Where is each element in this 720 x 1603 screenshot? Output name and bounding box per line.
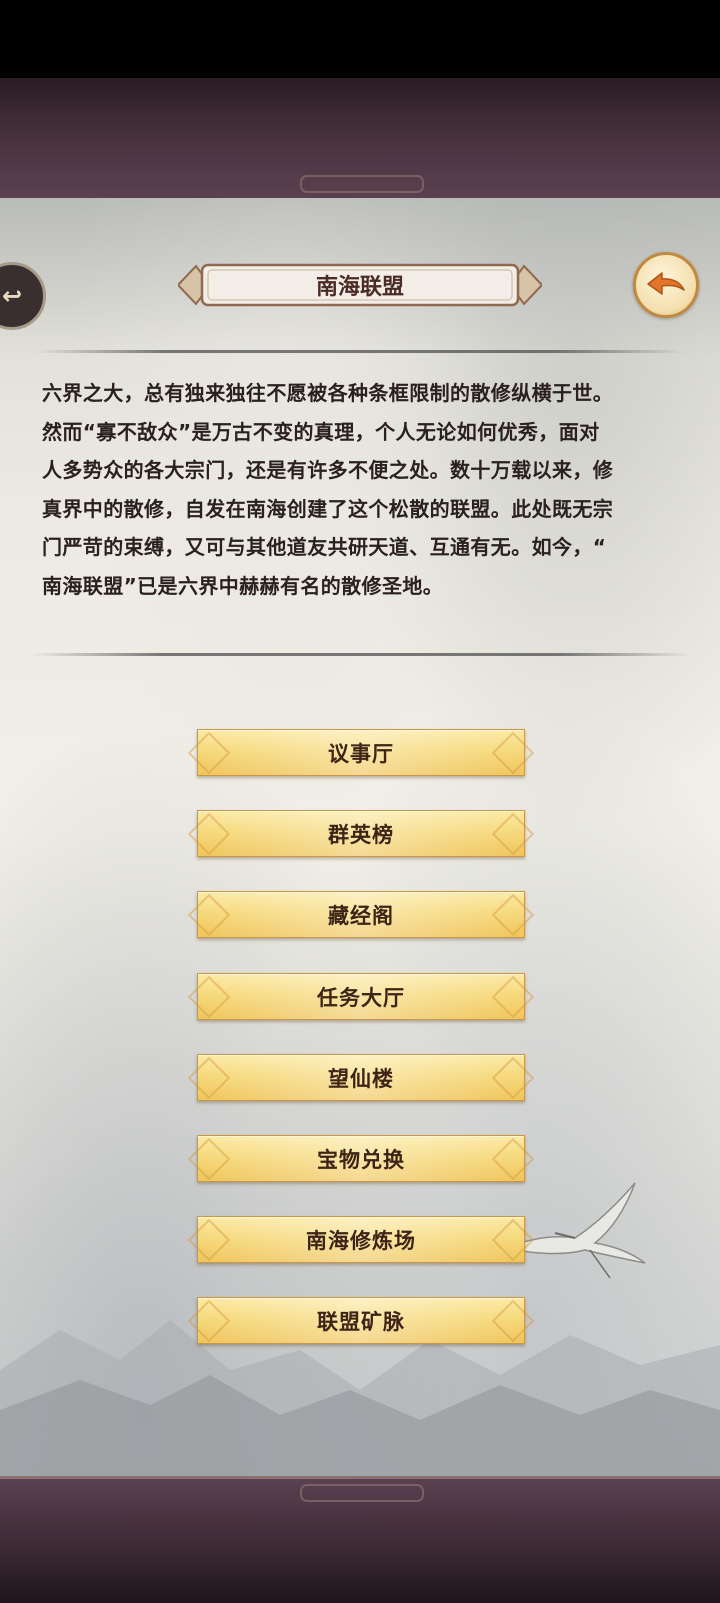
frame-ornament-top	[300, 175, 424, 193]
divider-top	[36, 350, 684, 353]
training-ground-button[interactable]: 南海修炼场	[197, 1216, 525, 1263]
description-line: 门严苛的束缚，又可与其他道友共研天道、互通有无。如今，“	[42, 535, 607, 559]
description-line: 真界中的散修，自发在南海创建了这个松散的联盟。此处既无宗	[42, 496, 614, 521]
council-hall-button[interactable]: 议事厅	[197, 729, 525, 776]
back-button[interactable]	[633, 252, 699, 318]
alliance-description: 六界之大，总有独来独往不愿被各种条框限制的散修纵横于世。 然而“寡不敌众”是万古…	[42, 374, 678, 605]
title-plaque-text-wrap: 南海联盟	[178, 262, 542, 308]
page-title: 南海联盟	[315, 275, 404, 300]
status-bar-area	[0, 0, 720, 78]
back-arrow-icon	[647, 272, 685, 295]
description-line: 南海联盟”已是六界中赫赫有名的散修圣地。	[42, 573, 444, 598]
frame-ornament-bottom	[300, 1484, 424, 1502]
description-line: 六界之大，总有独来独往不愿被各种条框限制的散修纵横于世。	[42, 381, 614, 405]
description-line: 然而“寡不敌众”是万古不变的真理，个人无论如何优秀，面对	[42, 419, 600, 444]
immortal-tower-button[interactable]: 望仙楼	[197, 1054, 525, 1101]
description-line: 人多势众的各大宗门，还是有许多不便之处。数十万载以来，修	[42, 458, 614, 482]
alliance-mine-button[interactable]: 联盟矿脉	[197, 1297, 525, 1344]
divider-bottom	[30, 653, 690, 656]
hero-ranking-button[interactable]: 群英榜	[197, 810, 525, 857]
treasure-exchange-button[interactable]: 宝物兑换	[197, 1135, 525, 1182]
scripture-pavilion-button[interactable]: 藏经阁	[197, 891, 525, 938]
mission-hall-button[interactable]: 任务大厅	[197, 973, 525, 1020]
